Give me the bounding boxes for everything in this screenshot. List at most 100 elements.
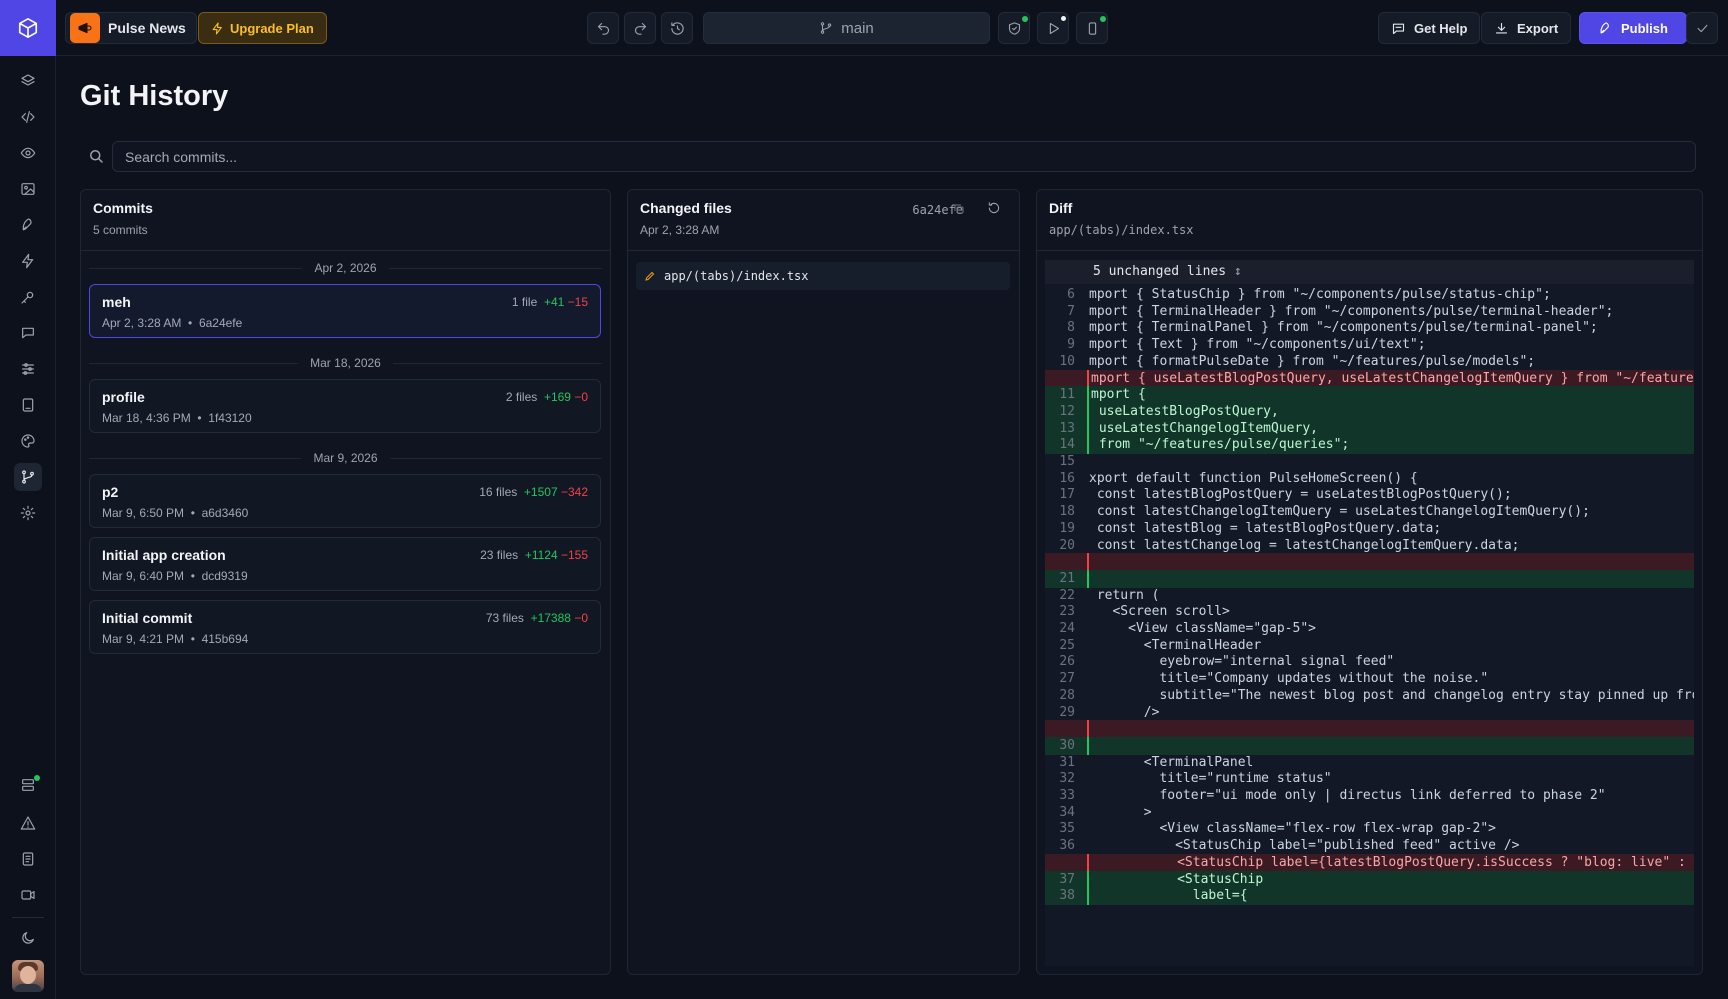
diff-line-code: mport { formatPulseDate } from "~/featur… [1089, 353, 1536, 369]
diff-line: 23 <Screen scroll> [1045, 603, 1694, 621]
diff-line: 22 return ( [1045, 587, 1694, 605]
project-name: Pulse News [108, 20, 186, 36]
app-logo[interactable] [0, 0, 56, 56]
diff-line-number: 26 [1059, 654, 1075, 670]
changed-files-title: Changed files [640, 200, 732, 216]
gear-icon[interactable] [14, 499, 42, 527]
phone-icon [1088, 21, 1096, 35]
eye-icon[interactable] [14, 139, 42, 167]
bolt-icon [212, 22, 222, 34]
sliders-icon[interactable] [14, 355, 42, 383]
commit-message: Initial app creation [102, 547, 226, 563]
diff-line-number: 25 [1059, 637, 1075, 653]
diff-line-code: eyebrow="internal signal feed" [1089, 654, 1395, 670]
moon-icon[interactable] [14, 924, 42, 952]
export-label: Export [1517, 20, 1559, 36]
search-input[interactable] [112, 141, 1696, 172]
top-bar: Pulse News Upgrade Plan main Get Help Ex… [56, 0, 1728, 56]
diff-line-code: > [1089, 804, 1152, 820]
bolt-icon[interactable] [14, 247, 42, 275]
upgrade-plan-button[interactable]: Upgrade Plan [198, 12, 327, 44]
left-rail [0, 0, 56, 999]
project-selector[interactable]: Pulse News [65, 12, 197, 44]
commit-stats: 1 file +41 −15 [511, 295, 588, 309]
rail-divider [12, 917, 44, 918]
copy-icon[interactable] [953, 202, 965, 218]
diff-line-number: 7 [1067, 303, 1075, 319]
commit-meta: Mar 18, 4:36 PM • 1f43120 [102, 411, 252, 425]
date-separator: Apr 2, 2026 [89, 258, 602, 278]
video-icon[interactable] [14, 881, 42, 909]
chat-icon[interactable] [14, 319, 42, 347]
diff-line: 16 xport default function PulseHomeScreen… [1045, 470, 1694, 488]
diff-line-number: 15 [1059, 454, 1075, 469]
key-icon[interactable] [14, 283, 42, 311]
diff-line-number: 35 [1059, 821, 1075, 837]
diff-line-code: <StatusChip label={latestBlogPostQuery.i… [1091, 854, 1694, 870]
changed-files-header: Changed files Apr 2, 3:28 AM 6a24efe [628, 190, 1019, 251]
diff-line-number: 23 [1059, 604, 1075, 620]
diff-line-code: title="Company updates without the noise… [1089, 671, 1489, 687]
diff-line: 12 useLatestBlogPostQuery, [1045, 402, 1694, 422]
publish-options-button[interactable] [1686, 12, 1718, 44]
warning-icon[interactable] [14, 809, 42, 837]
diff-line: 15 [1045, 453, 1694, 471]
code-icon[interactable] [14, 103, 42, 131]
commit-stats: 23 files +1124 −155 [480, 548, 588, 562]
diff-line-code: <StatusChip [1091, 871, 1264, 887]
undo-icon [597, 22, 609, 35]
commit-item-profile[interactable]: profile Mar 18, 4:36 PM • 1f43120 2 file… [89, 379, 601, 433]
palette-icon[interactable] [14, 427, 42, 455]
export-button[interactable]: Export [1481, 12, 1572, 44]
redo-icon [634, 22, 646, 35]
diff-line-number: 36 [1059, 838, 1075, 854]
diff-line: 7 mport { TerminalHeader } from "~/compon… [1045, 303, 1694, 321]
undo-button[interactable] [587, 12, 619, 44]
diff-line-number: 31 [1059, 754, 1075, 770]
unchanged-lines-toggle[interactable]: 5 unchanged lines ↕ [1045, 260, 1694, 284]
pencil-icon [645, 271, 655, 281]
diff-line-code: mport { Text } from "~/components/ui/tex… [1089, 337, 1426, 353]
upgrade-plan-label: Upgrade Plan [230, 20, 314, 36]
rocket-icon[interactable] [14, 211, 42, 239]
diff-line-code: const latestChangelog = latestChangelogI… [1089, 537, 1520, 553]
changed-file-item[interactable]: app/(tabs)/index.tsx [636, 262, 1010, 290]
get-help-button[interactable]: Get Help [1378, 12, 1481, 44]
history-button[interactable] [661, 12, 693, 44]
avatar[interactable] [12, 960, 44, 992]
diff-line-number: 8 [1067, 320, 1075, 336]
commit-item-meh[interactable]: meh Apr 2, 3:28 AM • 6a24efe 1 file +41 … [89, 284, 601, 338]
diff-line-code: mport { TerminalHeader } from "~/compone… [1089, 303, 1614, 319]
redo-button[interactable] [624, 12, 656, 44]
diff-line-number: 27 [1059, 671, 1075, 687]
layers-icon[interactable] [14, 67, 42, 95]
publish-button[interactable]: Publish [1579, 12, 1687, 44]
diff-line-code: <TerminalPanel [1089, 754, 1254, 770]
commit-item-initial-commit[interactable]: Initial commit Mar 9, 4:21 PM • 415b694 … [89, 600, 601, 654]
revert-commit-button[interactable] [987, 201, 1003, 217]
diff-line-number: 33 [1059, 788, 1075, 803]
diff-line: 14 from "~/features/pulse/queries"; [1045, 436, 1694, 455]
diff-line: mport { useLatestBlogPostQuery, useLates… [1045, 369, 1694, 388]
diff-line: 27 title="Company updates without the no… [1045, 670, 1694, 688]
diff-line: 10 mport { formatPulseDate } from "~/feat… [1045, 353, 1694, 371]
book-icon[interactable] [14, 391, 42, 419]
diff-panel: Diff app/(tabs)/index.tsx 5 unchanged li… [1036, 189, 1703, 975]
branch-name: main [841, 19, 874, 37]
commits-panel: Commits 5 commits Apr 2, 2026 meh Apr 2,… [80, 189, 611, 975]
diff-line-number: 30 [1059, 737, 1075, 753]
diff-line-code: footer="ui mode only | directus link def… [1089, 788, 1606, 803]
diff-line: 32 title="runtime status" [1045, 770, 1694, 788]
diff-line: 25 <TerminalHeader [1045, 637, 1694, 655]
diff-line-code: /> [1089, 704, 1160, 720]
document-icon[interactable] [14, 845, 42, 873]
diff-line: 13 useLatestChangelogItemQuery, [1045, 419, 1694, 438]
commit-item-p2[interactable]: p2 Mar 9, 6:50 PM • a6d3460 16 files +15… [89, 474, 601, 528]
diff-line: 17 const latestBlogPostQuery = useLatest… [1045, 486, 1694, 504]
diff-line-number: 19 [1059, 520, 1075, 536]
git-branch-icon[interactable] [14, 463, 42, 491]
branch-selector[interactable]: main [703, 12, 990, 44]
commit-item-initial-app-creation[interactable]: Initial app creation Mar 9, 6:40 PM • dc… [89, 537, 601, 591]
commit-meta: Mar 9, 4:21 PM • 415b694 [102, 632, 249, 646]
image-icon[interactable] [14, 175, 42, 203]
